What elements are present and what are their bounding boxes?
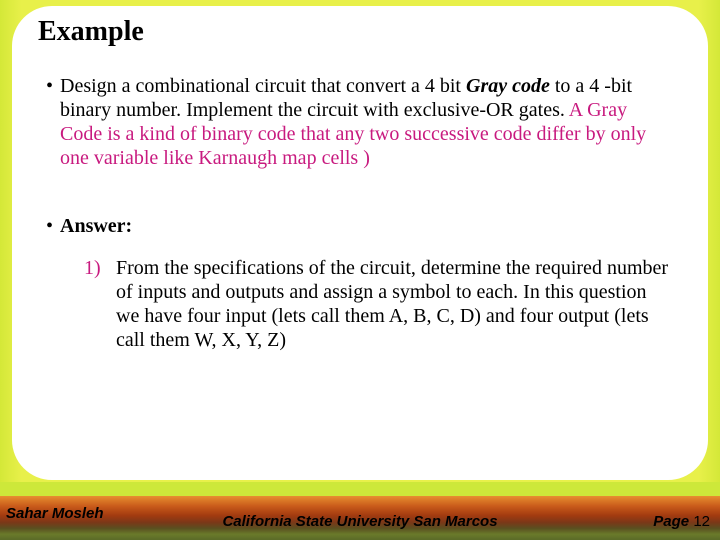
page-label: Page [653, 513, 693, 530]
bullet-item-answer: • Answer: [34, 214, 686, 238]
bullet1-emph: Gray code [466, 75, 550, 97]
bullet1-pre: Design a combinational circuit that conv… [60, 75, 466, 97]
step-text: From the specifications of the circuit, … [110, 256, 674, 352]
page-number: 12 [693, 513, 710, 530]
numbered-step-1: 1) From the specifications of the circui… [34, 256, 686, 352]
answer-label: Answer: [60, 214, 132, 238]
bullet-dot: • [46, 214, 60, 238]
slide-title: Example [38, 16, 686, 48]
bullet-text-1: Design a combinational circuit that conv… [60, 74, 674, 170]
bullet-dot: • [46, 74, 60, 170]
bullet-item-1: • Design a combinational circuit that co… [34, 74, 686, 170]
step-number: 1) [84, 256, 110, 352]
footer-page: Page 12 [653, 513, 710, 530]
footer-bar [0, 482, 720, 540]
slide-content: Example • Design a combinational circuit… [12, 6, 708, 480]
footer-university: California State University San Marcos [0, 513, 720, 530]
